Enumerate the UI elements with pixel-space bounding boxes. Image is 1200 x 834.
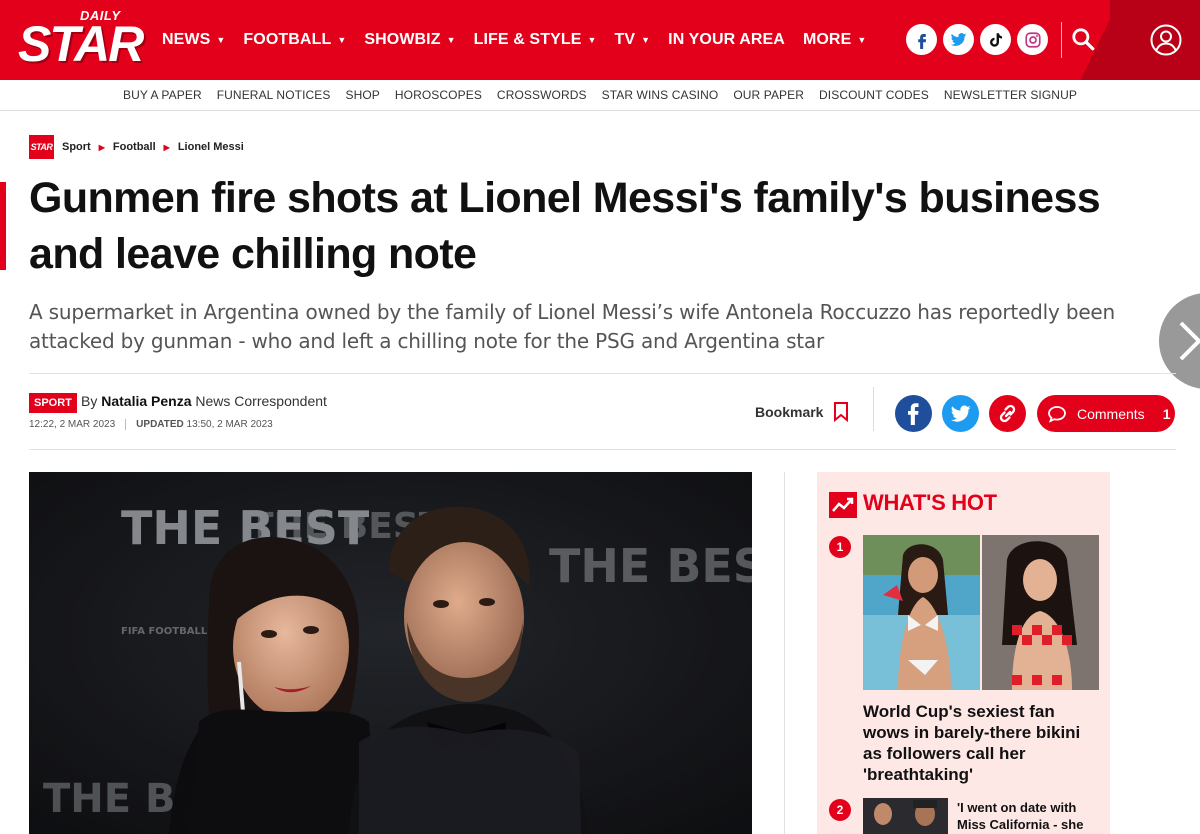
nav-item-showbiz[interactable]: SHOWBIZ ▼ (364, 31, 455, 49)
logo-star-text: STAR (18, 16, 144, 72)
whats-hot-title: WHAT'S HOT (863, 490, 997, 515)
breadcrumb-item-sport[interactable]: Sport (62, 141, 91, 153)
subnav-star-wins-casino[interactable]: STAR WINS CASINO (602, 88, 719, 102)
subnav-newsletter-signup[interactable]: NEWSLETTER SIGNUP (944, 88, 1077, 102)
comments-label: Comments (1077, 405, 1145, 422)
subnav-shop[interactable]: SHOP (345, 88, 379, 102)
nav-label: TV (614, 31, 636, 48)
nav-item-in-your-area[interactable]: IN YOUR AREA (668, 31, 785, 49)
date-divider (125, 419, 127, 430)
story-thumbnail[interactable] (863, 798, 948, 834)
search-icon[interactable] (1070, 26, 1096, 52)
share-facebook-icon[interactable] (895, 395, 932, 432)
section-badge[interactable]: SPORT (29, 393, 77, 413)
instagram-icon[interactable] (1017, 24, 1048, 55)
rank-badge: 1 (829, 536, 851, 558)
subnav-our-paper[interactable]: OUR PAPER (733, 88, 804, 102)
byline-prefix: By (81, 393, 98, 409)
nav-item-tv[interactable]: TV ▼ (615, 31, 651, 49)
bookmark-label: Bookmark (755, 404, 824, 420)
updated-value: 13:50, 2 MAR 2023 (186, 419, 273, 430)
comment-bubble-icon (1048, 405, 1066, 423)
bookmark-button[interactable]: Bookmark (755, 402, 849, 422)
chevron-down-icon: ▼ (446, 34, 456, 45)
secondary-nav: BUY A PAPER FUNERAL NOTICES SHOP HOROSCO… (0, 80, 1200, 111)
site-header: DAILY STAR NEWS ▼ FOOTBALL ▼ SHOWBIZ ▼ LIFE… (0, 0, 1200, 80)
chevron-down-icon: ▼ (641, 34, 651, 45)
nav-label: MORE (802, 31, 852, 48)
byline: By Natalia Penza News Correspondent (81, 393, 327, 409)
article-headline: Gunmen fire shots at Lionel Messi's fami… (29, 174, 1101, 278)
bookmark-icon (834, 402, 849, 422)
subnav-funeral-notices[interactable]: FUNERAL NOTICES (217, 88, 331, 102)
social-links (906, 24, 1048, 55)
account-icon[interactable] (1150, 24, 1182, 56)
chevron-right-icon (1179, 321, 1200, 361)
headline-accent-bar (0, 182, 6, 270)
story-thumbnail[interactable] (982, 535, 1099, 690)
updated-label: UPDATED (136, 419, 184, 430)
messi-and-antonela-photo: THE BEST FIFA FOOTBALL AWARDS THE BEST T… (29, 472, 752, 834)
facebook-icon[interactable] (906, 24, 937, 55)
nav-item-football[interactable]: FOOTBALL ▼ (243, 31, 346, 49)
nav-item-life-style[interactable]: LIFE & STYLE ▼ (474, 31, 597, 49)
story-thumbnail[interactable] (863, 535, 980, 690)
chevron-right-icon: ▶ (163, 142, 170, 152)
nav-label: LIFE & STYLE (473, 31, 582, 48)
nav-item-more[interactable]: MORE ▼ (803, 31, 866, 49)
comments-button[interactable]: Comments 1 (1037, 395, 1175, 432)
daily-star-logo[interactable]: DAILY STAR (18, 6, 144, 74)
article-dates: 12:22, 2 MAR 2023 UPDATED 13:50, 2 MAR 2… (29, 419, 273, 430)
nav-label: FOOTBALL (243, 31, 332, 48)
breadcrumb-logo[interactable]: STAR (29, 135, 54, 159)
header-divider (1061, 22, 1062, 58)
divider (29, 449, 1176, 450)
rank-badge: 2 (829, 799, 851, 821)
article-hero-image[interactable]: THE BEST FIFA FOOTBALL AWARDS THE BEST T… (29, 472, 752, 834)
copy-link-icon[interactable] (989, 395, 1026, 432)
chevron-down-icon: ▼ (857, 34, 867, 45)
breadcrumb: STAR Sport ▶ Football ▶ Lionel Messi (29, 135, 244, 159)
next-article-button[interactable] (1159, 293, 1200, 389)
main-nav: NEWS ▼ FOOTBALL ▼ SHOWBIZ ▼ LIFE & STYLE ▼ T… (162, 0, 866, 80)
breadcrumb-item-football[interactable]: Football (113, 141, 156, 153)
whats-hot-story-title[interactable]: 'I went on date with Miss California - s… (957, 799, 1105, 833)
subnav-discount-codes[interactable]: DISCOUNT CODES (819, 88, 929, 102)
tiktok-icon[interactable] (980, 24, 1011, 55)
updated-date: UPDATED 13:50, 2 MAR 2023 (136, 419, 273, 430)
twitter-icon[interactable] (943, 24, 974, 55)
divider (29, 373, 1176, 374)
author-name[interactable]: Natalia Penza (101, 393, 191, 409)
column-divider (784, 472, 785, 834)
subnav-crosswords[interactable]: CROSSWORDS (497, 88, 587, 102)
chevron-down-icon: ▼ (587, 34, 597, 45)
subnav-buy-a-paper[interactable]: BUY A PAPER (123, 88, 202, 102)
chevron-right-icon: ▶ (98, 142, 105, 152)
breadcrumb-item-lionel-messi[interactable]: Lionel Messi (178, 141, 244, 153)
author-role: News Correspondent (195, 393, 327, 409)
share-twitter-icon[interactable] (942, 395, 979, 432)
nav-item-news[interactable]: NEWS ▼ (162, 31, 225, 49)
share-divider (873, 387, 874, 431)
subnav-horoscopes[interactable]: HOROSCOPES (395, 88, 482, 102)
chevron-down-icon: ▼ (337, 34, 347, 45)
trending-icon (829, 492, 857, 518)
comments-count: 1 (1162, 405, 1171, 422)
nav-label: SHOWBIZ (364, 31, 441, 48)
chevron-down-icon: ▼ (216, 34, 226, 45)
whats-hot-panel: WHAT'S HOT 1 World Cup's sexiest fan wow… (817, 472, 1110, 834)
published-date: 12:22, 2 MAR 2023 (29, 419, 116, 430)
nav-label: IN YOUR AREA (668, 31, 785, 48)
nav-label: NEWS (162, 31, 211, 48)
whats-hot-story-title[interactable]: World Cup's sexiest fan wows in barely-t… (863, 701, 1101, 785)
article-standfirst: A supermarket in Argentina owned by the … (29, 300, 1116, 353)
